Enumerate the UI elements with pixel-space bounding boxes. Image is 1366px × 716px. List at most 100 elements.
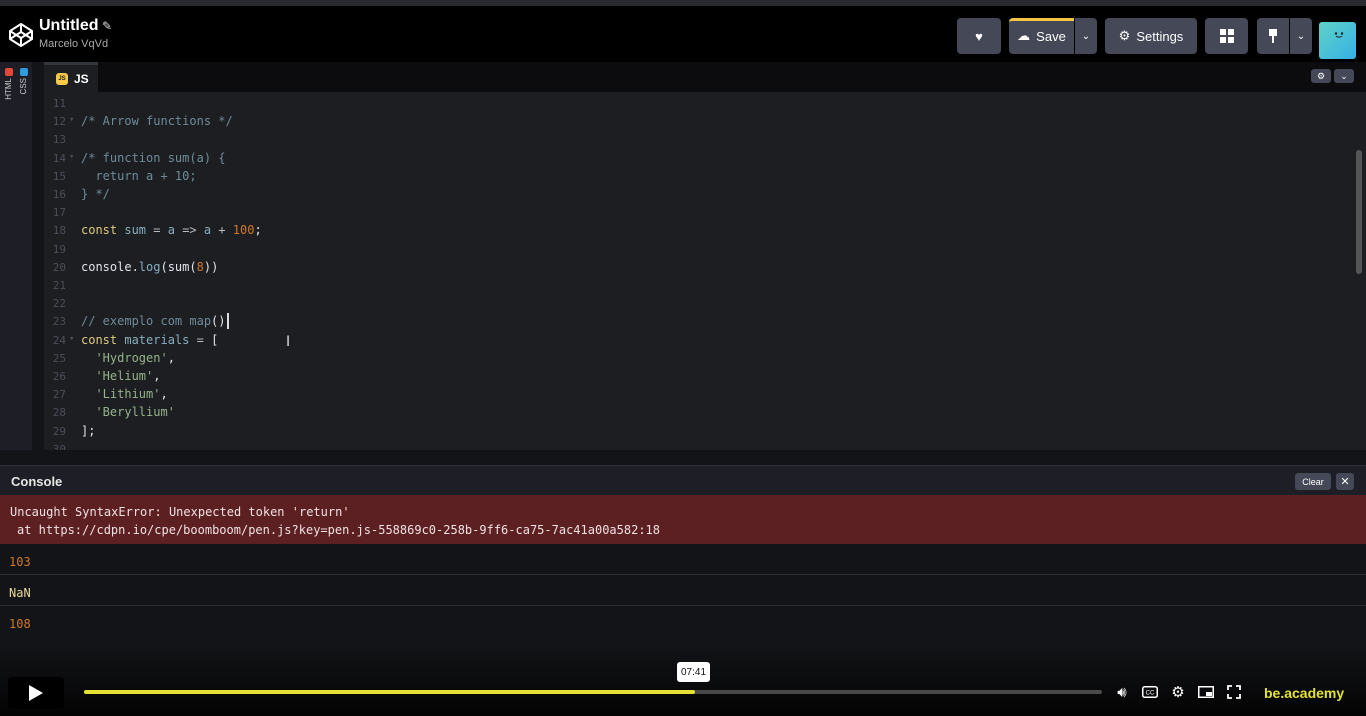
code-token: // exemplo com map (81, 314, 212, 329)
code-token: 'Hydrogen' (81, 350, 168, 365)
code-text: const sum = a => a + 100; (81, 223, 262, 237)
console-log-entry: 103 (0, 544, 1366, 575)
console-close-button[interactable]: ✕ (1336, 473, 1354, 490)
code-token: 100 (232, 223, 255, 238)
fold-toggle-icon[interactable]: ▾ (69, 115, 74, 125)
code-token: , (160, 387, 168, 402)
console-clear-button[interactable]: Clear (1295, 473, 1331, 490)
picture-in-picture-icon[interactable] (1197, 683, 1215, 701)
code-line[interactable]: 21 (44, 276, 1344, 294)
code-text: 'Beryllium' (81, 405, 175, 420)
code-token: => (174, 223, 204, 238)
code-line[interactable]: 20 console.log(sum(8)) (44, 258, 1344, 276)
css-editor-tab[interactable]: CSS (19, 78, 28, 94)
code-line[interactable]: 12 ▾ /* Arrow functions */ (44, 112, 1344, 130)
line-number: 25 (52, 351, 66, 365)
save-options-button[interactable]: ⌄ (1075, 18, 1097, 54)
codepen-logo-icon[interactable] (8, 22, 34, 48)
line-number: 12 (52, 115, 66, 129)
code-line[interactable]: 16} */ (44, 185, 1344, 203)
log-value: NaN (9, 586, 31, 600)
settings-button[interactable]: ⚙ Settings (1105, 18, 1197, 54)
code-line[interactable]: 27 'Lithium', (44, 385, 1344, 403)
author-name[interactable]: Marcelo VqVd (39, 38, 108, 50)
code-text: // exemplo com map() (81, 314, 226, 328)
seek-time-tooltip: 07:41 (677, 662, 710, 682)
settings-gear-icon[interactable]: ⚙ (1169, 683, 1187, 701)
line-number: 21 (52, 279, 66, 292)
code-text: return a + 10; (81, 169, 196, 183)
love-button[interactable]: ♥ (957, 18, 1001, 54)
editor-scrollbar[interactable] (1356, 150, 1362, 274)
video-controls: 07:41 🔊︎ CC ⚙ be.academy (0, 645, 1366, 716)
gear-icon: ⚙ (1118, 28, 1131, 43)
code-token: 'Beryllium' (81, 405, 175, 420)
editor-settings-button[interactable]: ⚙ (1311, 69, 1331, 83)
code-line[interactable]: 14 ▾ /* function sum(a) { (44, 149, 1344, 167)
chevron-down-icon: ⌄ (1081, 30, 1091, 42)
code-line[interactable]: 15 return a + 10; (44, 167, 1344, 185)
user-avatar[interactable] (1319, 22, 1356, 59)
code-line[interactable]: 19 (44, 240, 1344, 258)
code-text: const materials = [ (81, 333, 218, 347)
fullscreen-icon[interactable] (1225, 683, 1243, 701)
brand-logo[interactable]: be.academy (1264, 685, 1344, 701)
code-token: sum (124, 223, 147, 238)
code-line[interactable]: 18 const sum = a => a + 100; (44, 221, 1344, 239)
pin-options-button[interactable]: ⌄ (1290, 18, 1312, 54)
code-token: 'Helium' (81, 369, 154, 383)
fold-toggle-icon[interactable]: ▾ (69, 152, 74, 162)
seek-bar[interactable] (84, 690, 1102, 694)
line-number: 17 (52, 206, 66, 220)
settings-label: Settings (1136, 28, 1184, 44)
change-view-button[interactable] (1205, 18, 1248, 54)
code-token: 'Lithium' (81, 387, 161, 402)
log-value: 108 (9, 617, 31, 631)
play-button[interactable] (8, 677, 64, 709)
tab-js[interactable]: JS JS (44, 62, 98, 92)
code-token: ]; (81, 423, 96, 438)
line-number: 27 (52, 388, 66, 402)
fold-toggle-icon[interactable]: ▾ (69, 334, 74, 344)
code-line[interactable]: 22 (44, 294, 1344, 312)
error-location[interactable]: at https://cdpn.io/cpe/boomboom/pen.js?k… (17, 523, 660, 537)
code-line[interactable]: 25 'Hydrogen', (44, 349, 1344, 367)
captions-icon[interactable]: CC (1141, 683, 1159, 701)
code-area[interactable]: 11 12 ▾/* Arrow functions */13 14 ▾/* functi… (44, 92, 1354, 450)
code-token: ; (254, 223, 262, 238)
code-token: , (153, 369, 161, 383)
code-text: 'Lithium', (81, 387, 168, 402)
pin-button[interactable] (1257, 18, 1289, 54)
code-line[interactable]: 29]; (44, 422, 1344, 440)
mouse-ibeam-icon: Ⅰ (286, 334, 291, 350)
edit-title-icon[interactable]: ✎ (102, 19, 112, 33)
line-number: 20 (52, 260, 66, 274)
code-token: /* Arrow functions */ (81, 114, 233, 129)
volume-icon[interactable]: 🔊︎ (1113, 683, 1131, 701)
code-line[interactable]: 30 (44, 440, 1344, 450)
line-number: 23 (52, 315, 66, 329)
html-editor-tab[interactable]: HTML (4, 78, 13, 100)
code-line[interactable]: 28 'Beryllium' (44, 403, 1344, 421)
line-number: 22 (52, 297, 66, 311)
css-badge-icon (20, 68, 28, 76)
code-line[interactable]: 24 ▾ const materials = [ (44, 331, 1344, 349)
line-number: 24 (52, 333, 66, 347)
code-line[interactable]: 17 (44, 203, 1344, 221)
line-number: 14 (52, 151, 66, 165)
tab-js-label: JS (74, 71, 89, 86)
save-button[interactable]: ☁ Save (1009, 18, 1074, 54)
code-line[interactable]: 11 (44, 94, 1344, 112)
editor-collapse-button[interactable]: ⌄ (1334, 69, 1354, 83)
code-line[interactable]: 23 // exemplo com map() (44, 312, 1344, 330)
code-line[interactable]: 26 'Helium', (44, 367, 1344, 385)
pen-title[interactable]: Untitled (39, 17, 99, 35)
top-bar: Untitled ✎ Marcelo VqVd ♥ ☁ Save ⌄ ⚙ Set… (0, 0, 1366, 62)
heart-icon: ♥ (975, 28, 983, 44)
code-token: a (167, 223, 175, 238)
code-token: () (211, 314, 226, 329)
js-badge-icon: JS (56, 72, 68, 85)
code-line[interactable]: 13 (44, 130, 1344, 148)
line-number: 15 (52, 169, 66, 183)
text-cursor (227, 313, 229, 329)
